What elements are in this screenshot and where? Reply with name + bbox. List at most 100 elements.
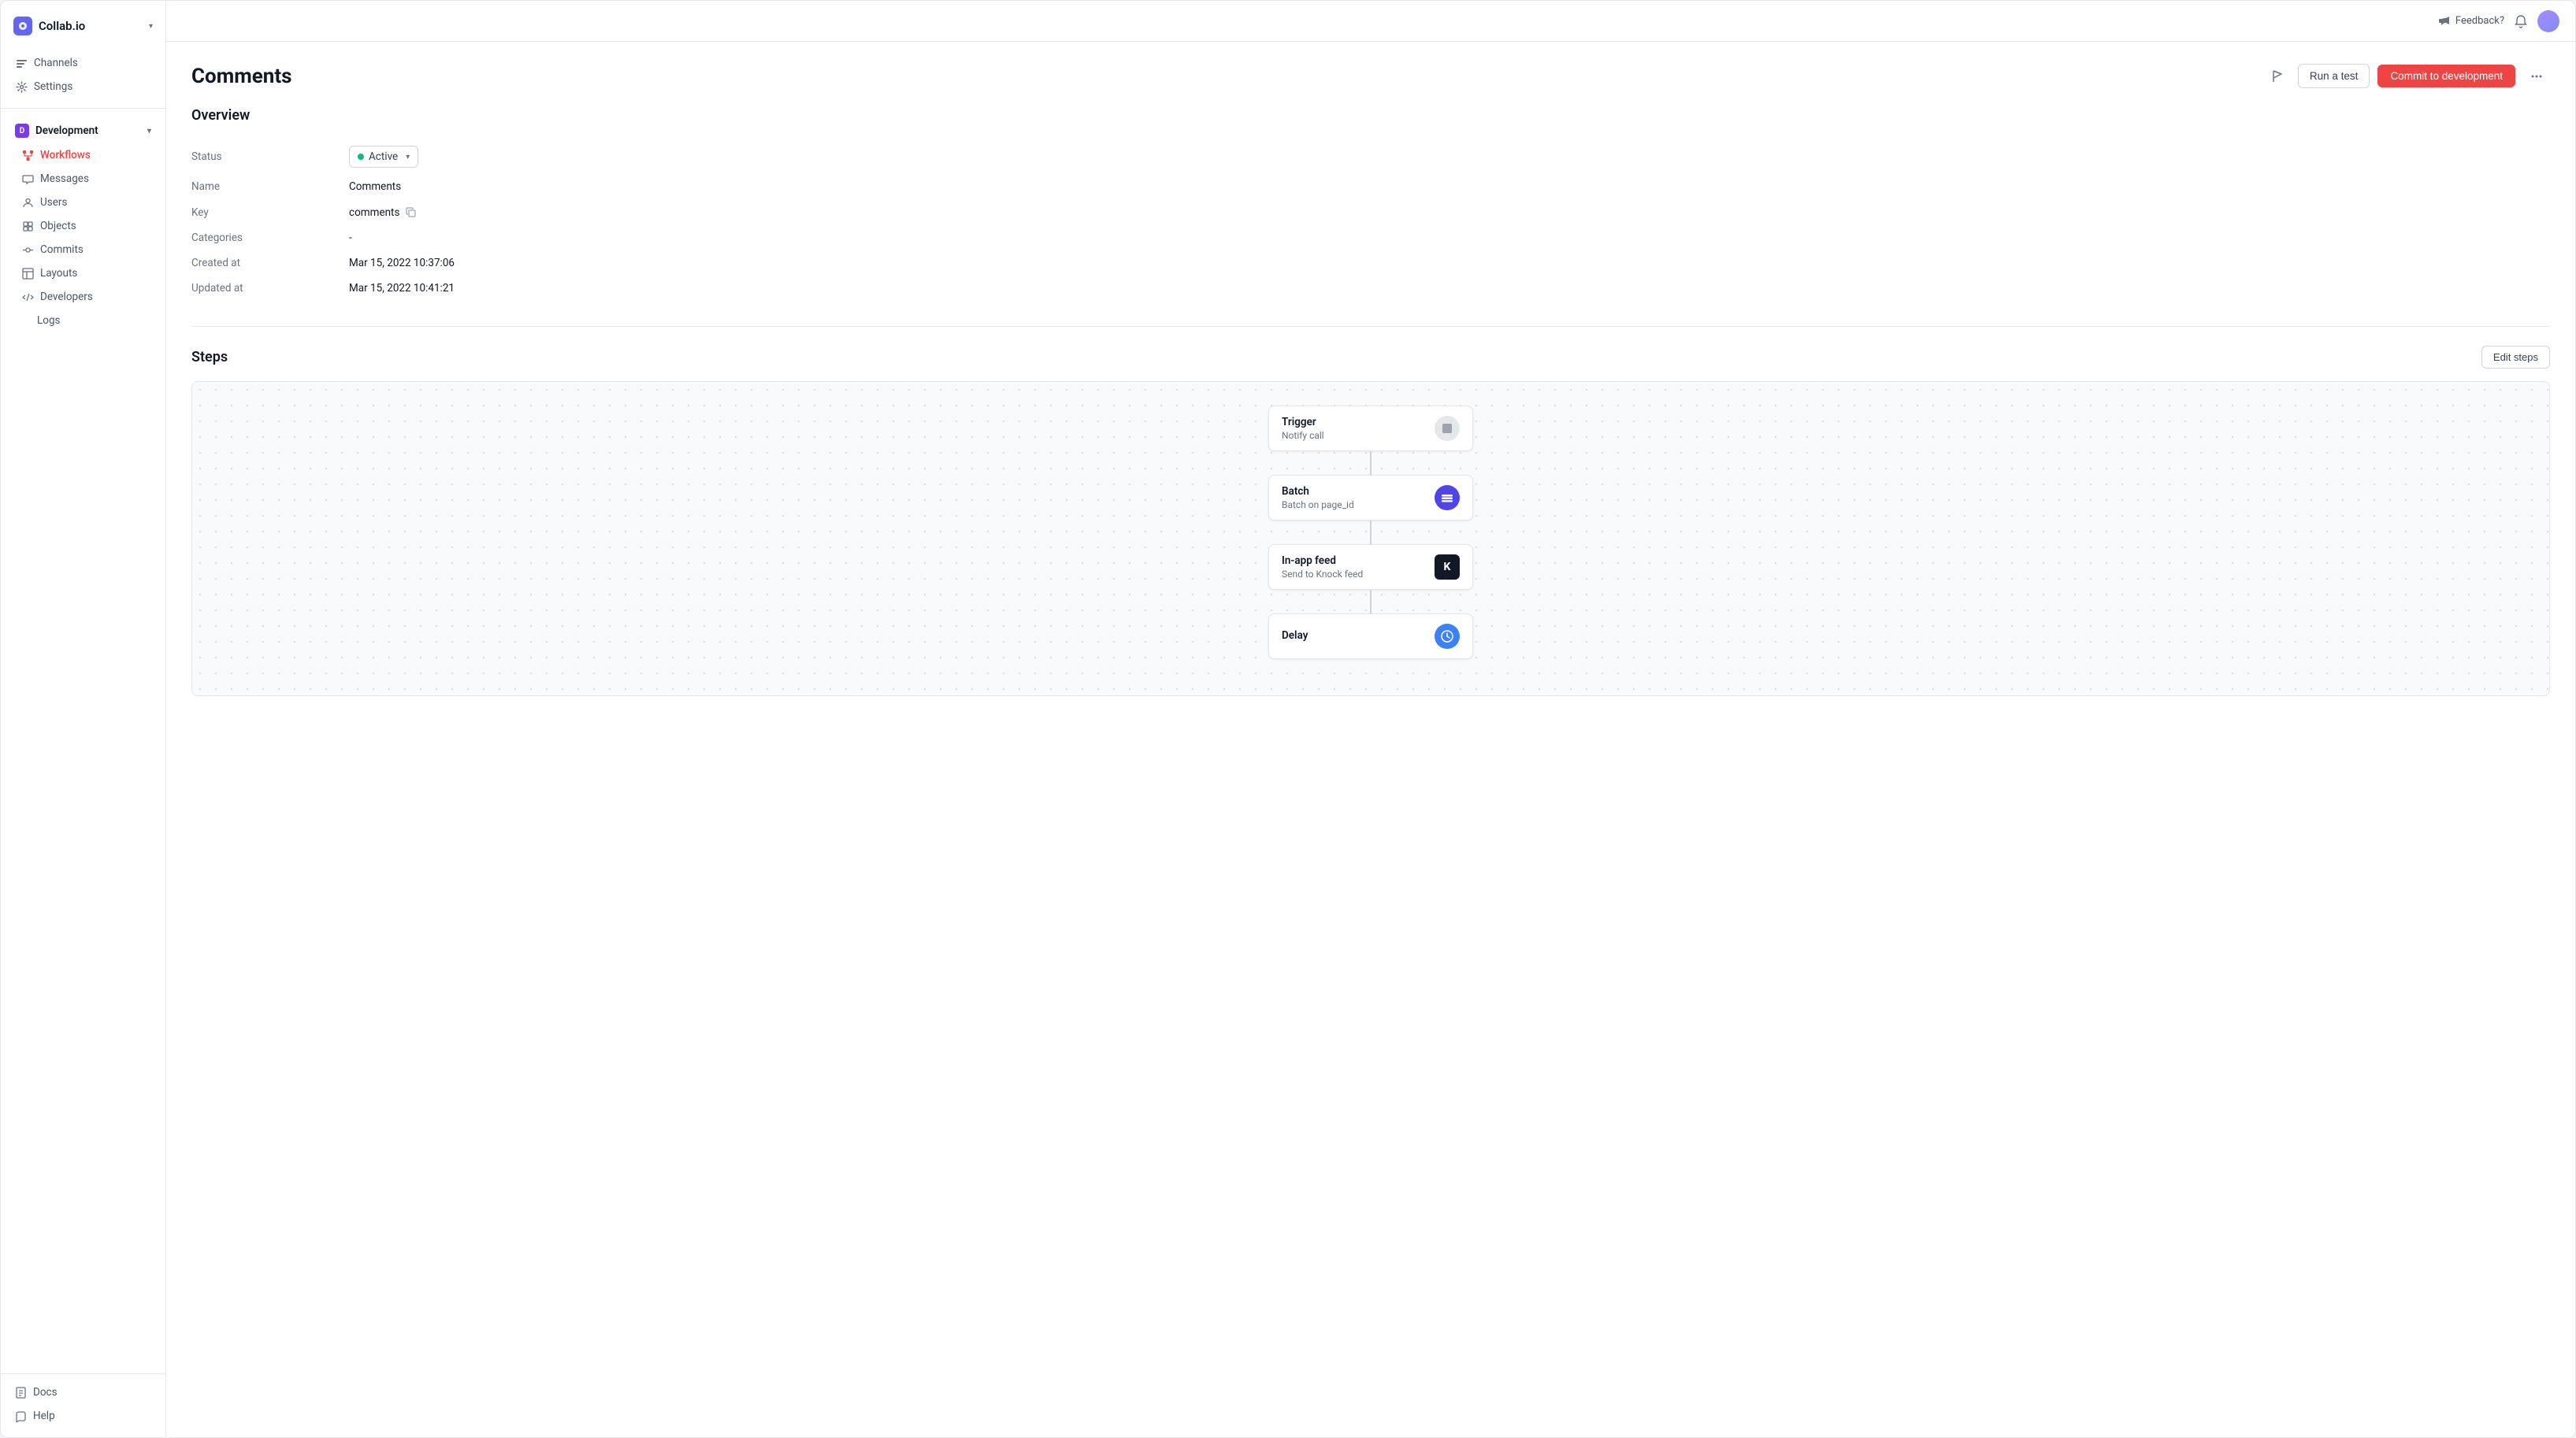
batch-info: Batch Batch on page_id bbox=[1282, 485, 1354, 510]
overview-row-status: Status Active ▾ bbox=[191, 139, 2550, 174]
updated-at-label: Updated at bbox=[191, 282, 349, 295]
steps-header: Steps Edit steps bbox=[191, 346, 2550, 369]
trigger-icon bbox=[1435, 416, 1460, 441]
developers-icon bbox=[21, 291, 34, 303]
commits-label: Commits bbox=[40, 243, 84, 256]
page-header: Comments Run a test Commit to developmen… bbox=[191, 64, 2550, 88]
feedback-button[interactable]: Feedback? bbox=[2439, 15, 2504, 28]
key-value: comments bbox=[349, 206, 418, 219]
sidebar-item-messages[interactable]: Messages bbox=[13, 167, 159, 191]
overview-title: Overview bbox=[191, 107, 2550, 124]
main-content: Feedback? Comments bbox=[166, 1, 2575, 1437]
app-name-chevron-icon: ▾ bbox=[149, 22, 153, 31]
status-dropdown[interactable]: Active ▾ bbox=[349, 146, 418, 168]
sidebar-item-channels[interactable]: Channels bbox=[7, 51, 159, 75]
trigger-info: Trigger Notify call bbox=[1282, 416, 1324, 441]
categories-value: - bbox=[349, 232, 352, 244]
megaphone-icon bbox=[2439, 15, 2452, 28]
notification-bell-icon[interactable] bbox=[2514, 14, 2528, 28]
commit-button[interactable]: Commit to development bbox=[2377, 65, 2515, 87]
copy-icon[interactable] bbox=[404, 206, 418, 219]
status-dot-icon bbox=[358, 154, 364, 160]
inapp-icon: K bbox=[1435, 554, 1460, 580]
docs-label: Docs bbox=[33, 1386, 58, 1399]
commits-icon bbox=[21, 243, 34, 256]
objects-label: Objects bbox=[40, 220, 76, 232]
sidebar-item-objects[interactable]: Objects bbox=[13, 214, 159, 238]
layouts-icon bbox=[21, 267, 34, 280]
inapp-info: In-app feed Send to Knock feed bbox=[1282, 554, 1363, 580]
delay-info: Delay bbox=[1282, 629, 1308, 643]
users-label: Users bbox=[40, 196, 67, 209]
objects-icon bbox=[21, 220, 34, 232]
app-logo-icon bbox=[13, 17, 32, 35]
sidebar-item-docs[interactable]: Docs bbox=[7, 1381, 159, 1404]
sidebar-item-developers[interactable]: Developers bbox=[13, 285, 159, 309]
overview-row-updated-at: Updated at Mar 15, 2022 10:41:21 bbox=[191, 276, 2550, 301]
name-label: Name bbox=[191, 180, 349, 193]
step-card-inapp[interactable]: In-app feed Send to Knock feed K bbox=[1268, 544, 1473, 590]
user-avatar[interactable] bbox=[2537, 10, 2559, 32]
layouts-label: Layouts bbox=[40, 267, 77, 280]
key-text: comments bbox=[349, 206, 399, 219]
topbar: Feedback? bbox=[166, 1, 2575, 42]
workflows-icon bbox=[21, 149, 34, 161]
sidebar-group-development[interactable]: D Development ▾ bbox=[7, 118, 159, 143]
page-title: Comments bbox=[191, 65, 292, 88]
overview-row-name: Name Comments bbox=[191, 174, 2550, 199]
sidebar-logo[interactable]: Collab.io ▾ bbox=[1, 10, 165, 48]
sidebar: Collab.io ▾ Channels bbox=[1, 1, 166, 1437]
step-card-trigger[interactable]: Trigger Notify call bbox=[1268, 406, 1473, 451]
settings-label: Settings bbox=[34, 80, 72, 93]
dev-group-chevron-icon: ▾ bbox=[147, 127, 151, 135]
steps-canvas: Trigger Notify call Batch bbox=[191, 381, 2550, 696]
step-card-batch[interactable]: Batch Batch on page_id bbox=[1268, 475, 1473, 521]
channels-label: Channels bbox=[34, 57, 78, 69]
sidebar-item-workflows[interactable]: Workflows bbox=[13, 143, 159, 167]
key-label: Key bbox=[191, 206, 349, 219]
page-content: Comments Run a test Commit to developmen… bbox=[166, 42, 2575, 1437]
help-icon bbox=[15, 1410, 27, 1422]
status-chevron-icon: ▾ bbox=[406, 153, 410, 161]
logs-label: Logs bbox=[37, 314, 61, 327]
batch-icon bbox=[1435, 485, 1460, 510]
flag-button[interactable] bbox=[2266, 65, 2290, 88]
batch-subtitle: Batch on page_id bbox=[1282, 499, 1354, 510]
feedback-label: Feedback? bbox=[2455, 15, 2504, 27]
messages-label: Messages bbox=[40, 172, 89, 185]
sidebar-bottom: Docs Help bbox=[1, 1367, 165, 1428]
status-label: Status bbox=[191, 150, 349, 163]
gear-icon bbox=[15, 80, 28, 93]
run-test-button[interactable]: Run a test bbox=[2298, 64, 2370, 88]
more-options-button[interactable] bbox=[2523, 66, 2550, 87]
sidebar-item-users[interactable]: Users bbox=[13, 191, 159, 214]
steps-title: Steps bbox=[191, 349, 228, 365]
sidebar-item-commits[interactable]: Commits bbox=[13, 238, 159, 261]
section-divider bbox=[191, 326, 2550, 327]
created-at-label: Created at bbox=[191, 257, 349, 269]
overview-row-key: Key comments bbox=[191, 199, 2550, 225]
sidebar-item-layouts[interactable]: Layouts bbox=[13, 261, 159, 285]
app-name: Collab.io bbox=[39, 19, 85, 33]
channel-icon bbox=[15, 57, 28, 69]
sidebar-item-settings[interactable]: Settings bbox=[7, 75, 159, 98]
sidebar-dev-section: D Development ▾ bbox=[1, 115, 165, 335]
overview-row-categories: Categories - bbox=[191, 225, 2550, 250]
edit-steps-button[interactable]: Edit steps bbox=[2481, 346, 2550, 369]
created-at-value: Mar 15, 2022 10:37:06 bbox=[349, 257, 455, 269]
connector-1 bbox=[1370, 451, 1372, 475]
users-icon bbox=[21, 196, 34, 209]
page-actions: Run a test Commit to development bbox=[2266, 64, 2550, 88]
batch-title: Batch bbox=[1282, 485, 1354, 498]
overview-row-created-at: Created at Mar 15, 2022 10:37:06 bbox=[191, 250, 2550, 276]
dev-group-label: Development bbox=[35, 124, 98, 137]
sidebar-item-logs[interactable]: Logs bbox=[13, 309, 159, 332]
status-text: Active bbox=[369, 150, 398, 163]
sidebar-top-section: Channels Settings bbox=[1, 48, 165, 102]
step-card-delay[interactable]: Delay bbox=[1268, 613, 1473, 659]
inapp-subtitle: Send to Knock feed bbox=[1282, 569, 1363, 580]
steps-section: Steps Edit steps Trigger Notify call bbox=[191, 346, 2550, 696]
trigger-title: Trigger bbox=[1282, 416, 1324, 428]
sidebar-item-help[interactable]: Help bbox=[7, 1404, 159, 1428]
messages-icon bbox=[21, 172, 34, 185]
